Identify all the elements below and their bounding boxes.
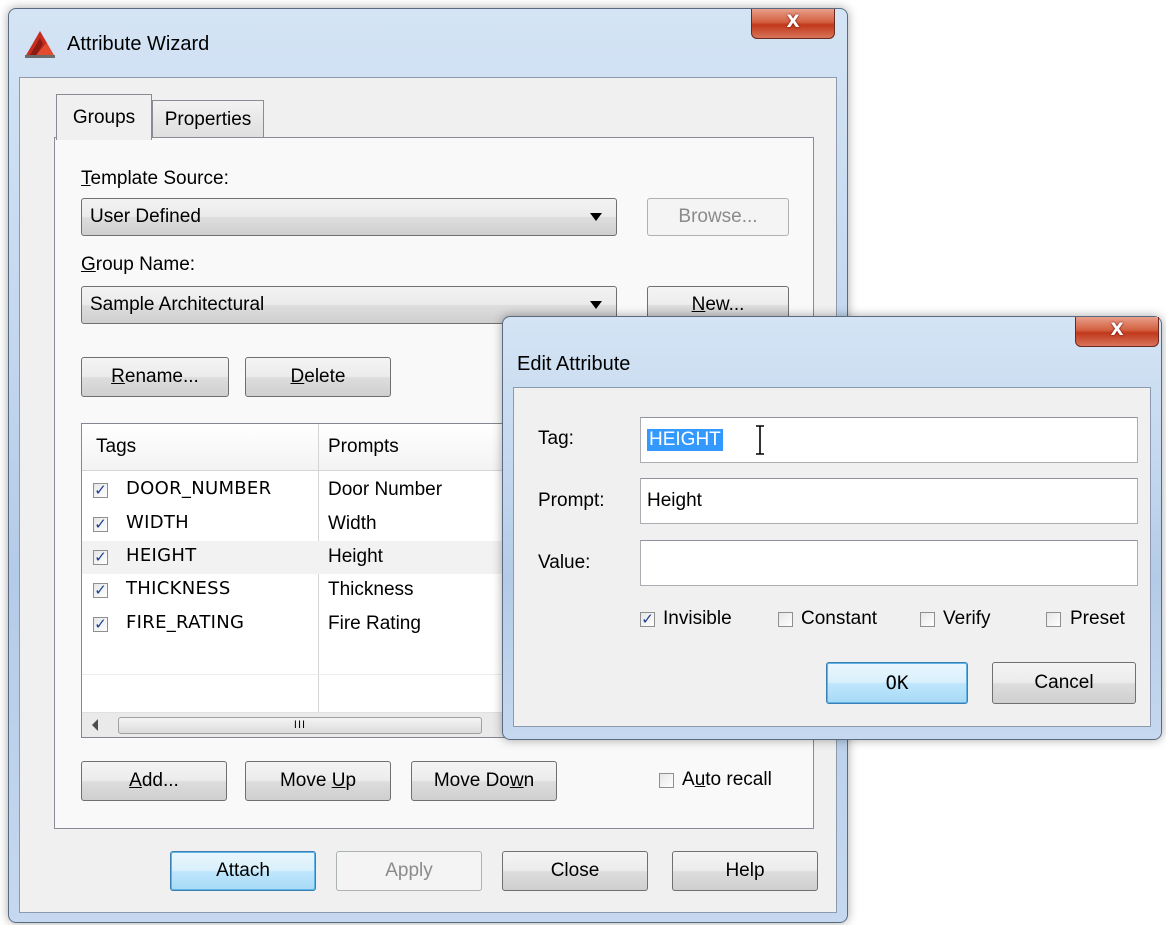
verify-checkbox[interactable]: [920, 612, 935, 627]
scrollbar-thumb[interactable]: III: [118, 717, 482, 734]
browse-button[interactable]: Browse...: [647, 198, 789, 236]
value-input[interactable]: [640, 540, 1138, 586]
close-icon: X: [786, 12, 800, 32]
row-checkbox[interactable]: ✓: [93, 617, 108, 632]
table-row[interactable]: ✓ WIDTH Width: [82, 508, 514, 541]
help-button[interactable]: Help: [672, 851, 818, 891]
tag-input[interactable]: HEIGHT: [640, 417, 1138, 463]
table-row[interactable]: ✓ THICKNESS Thickness: [82, 574, 514, 607]
preset-checkbox[interactable]: [1046, 612, 1061, 627]
value-label: Value:: [538, 552, 591, 573]
column-header-tags[interactable]: Tags: [96, 424, 136, 470]
row-checkbox[interactable]: ✓: [93, 483, 108, 498]
column-header-prompts[interactable]: Prompts: [328, 424, 399, 470]
wizard-title: Attribute Wizard: [67, 33, 210, 55]
wizard-close-button[interactable]: X: [751, 9, 835, 39]
row-checkbox[interactable]: ✓: [93, 517, 108, 532]
template-source-label: Template Source:: [81, 168, 229, 189]
autocad-app-icon: [25, 31, 55, 58]
template-source-select[interactable]: User Defined: [81, 198, 617, 236]
dropdown-arrow-icon: [590, 301, 602, 309]
invisible-label: Invisible: [663, 608, 732, 629]
tag-label: Tag:: [538, 428, 574, 449]
edit-attribute-close-button[interactable]: X: [1075, 317, 1159, 347]
constant-checkbox[interactable]: [778, 612, 793, 627]
auto-recall-label: Auto recall: [682, 769, 772, 790]
ok-button[interactable]: OK: [826, 662, 968, 704]
edit-attribute-title: Edit Attribute: [517, 353, 631, 375]
edit-attribute-dialog: Edit Attribute X Tag: HEIGHT Prompt: Hei…: [502, 316, 1162, 740]
prompt-input[interactable]: Height: [640, 478, 1138, 524]
move-up-button[interactable]: Move Up: [245, 761, 391, 801]
prompt-label: Prompt:: [538, 490, 605, 511]
table-row[interactable]: ✓ HEIGHT Height: [82, 541, 514, 574]
edit-attribute-client-area: Tag: HEIGHT Prompt: Height Value: ✓ Invi…: [513, 387, 1151, 727]
preset-label: Preset: [1070, 608, 1125, 629]
row-checkbox[interactable]: ✓: [93, 550, 108, 565]
tab-properties[interactable]: Properties: [152, 100, 264, 138]
table-row[interactable]: ✓ DOOR_NUMBER Door Number: [82, 474, 514, 507]
verify-label: Verify: [943, 608, 991, 629]
edit-attribute-title-bar[interactable]: Edit Attribute X: [503, 317, 1161, 383]
apply-button[interactable]: Apply: [336, 851, 482, 891]
constant-label: Constant: [801, 608, 878, 629]
wizard-title-bar[interactable]: Attribute Wizard X: [9, 9, 847, 77]
group-name-label: Group Name:: [81, 254, 196, 275]
horizontal-scrollbar[interactable]: III: [82, 712, 514, 737]
move-down-button[interactable]: Move Down: [411, 761, 557, 801]
tab-groups[interactable]: Groups: [56, 94, 152, 140]
row-checkbox[interactable]: ✓: [93, 583, 108, 598]
delete-button[interactable]: Delete: [245, 357, 391, 397]
cancel-button[interactable]: Cancel: [992, 662, 1136, 704]
list-header: Tags Prompts: [82, 424, 514, 471]
scroll-left-icon[interactable]: [92, 719, 98, 731]
text-cursor-icon: [756, 425, 764, 455]
close-icon: X: [1110, 320, 1124, 340]
invisible-checkbox[interactable]: ✓: [640, 612, 655, 627]
empty-row-divider: [82, 674, 514, 675]
close-button[interactable]: Close: [502, 851, 648, 891]
dropdown-arrow-icon: [590, 213, 602, 221]
auto-recall-checkbox[interactable]: [659, 773, 674, 788]
table-row[interactable]: ✓ FIRE_RATING Fire Rating: [82, 608, 514, 641]
tags-list-view[interactable]: Tags Prompts ✓ DOOR_NUMBER Door Number ✓…: [81, 423, 515, 738]
rename-button[interactable]: Rename...: [81, 357, 229, 397]
attach-button[interactable]: Attach: [170, 851, 316, 891]
add-button[interactable]: Add...: [81, 761, 227, 801]
